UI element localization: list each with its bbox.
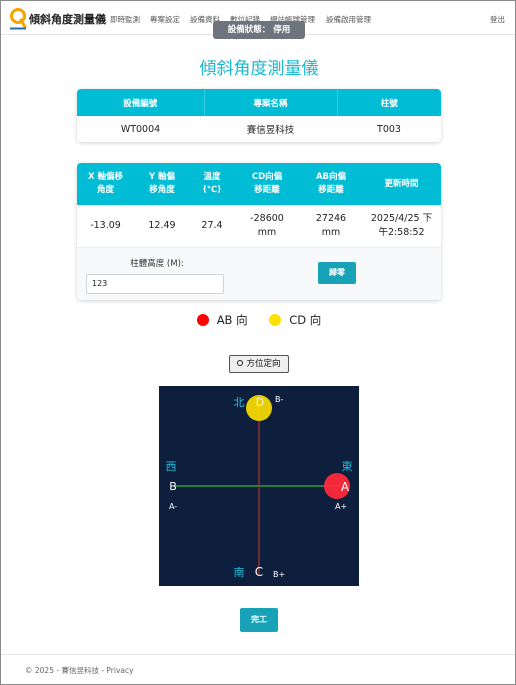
a-minus-label: A- — [169, 502, 177, 511]
direction-legend: AB 向 CD 向 — [1, 312, 516, 329]
orientation-button-label: 方位定向 — [246, 359, 281, 369]
brand-title[interactable]: 傾斜角度測量儀 — [29, 11, 106, 27]
device-info-table: 設備編號 專案名稱 柱號 WT0004 賽信昱科技 T003 — [77, 89, 441, 142]
readings-table: X 軸偏移 角度 Y 軸偏 移角度 溫度 (℃) CD向偏 移距離 AB向偏 移距離 更新… — [77, 163, 441, 248]
legend-item-cd: CD 向 — [269, 312, 321, 328]
orientation-button[interactable]: 方位定向 — [229, 355, 289, 373]
pillar-height-row: 柱體高度 (M): 歸零 — [77, 247, 441, 300]
header-device-id: 設備編號 — [77, 89, 205, 116]
header-y-angle: Y 軸偏 移角度 — [134, 163, 190, 205]
table-row: -13.09 12.49 27.4 -28600 mm 27246 mm 2025/… — [77, 205, 441, 248]
legend-label-cd: CD 向 — [289, 313, 322, 327]
point-c-label: C — [255, 565, 263, 579]
pillar-height-input[interactable] — [86, 273, 224, 294]
page-footer: © 2025 - 賽信昱科技 - Privacy — [1, 654, 515, 685]
point-a-label: A — [341, 480, 350, 494]
radio-circle-icon — [237, 360, 244, 366]
nav-link-project[interactable]: 專案設定 — [150, 14, 180, 25]
header-temperature: 溫度 (℃) — [190, 163, 234, 205]
cell-ab-offset: 27246 mm — [300, 205, 362, 248]
cell-update-time: 2025/4/25 下午2:58:52 — [362, 205, 441, 248]
point-b-label: B — [169, 480, 177, 493]
footer-copyright[interactable]: © 2025 - 賽信昱科技 - Privacy — [25, 665, 134, 676]
b-plus-label: B+ — [273, 570, 285, 579]
compass-east-label: 東 — [342, 460, 353, 473]
nav-link-realtime[interactable]: 即時監測 — [110, 14, 140, 25]
a-plus-label: A+ — [335, 502, 347, 511]
nav-link-activation[interactable]: 設備啟用管理 — [326, 14, 371, 25]
brand-logo-icon[interactable] — [9, 7, 27, 31]
legend-item-ab: AB 向 — [196, 312, 248, 328]
reset-button[interactable]: 歸零 — [318, 261, 356, 284]
header-pillar-id: 柱號 — [337, 89, 441, 116]
header-ab-offset: AB向偏 移距離 — [300, 163, 362, 205]
point-d-label: D — [256, 396, 264, 409]
cell-device-id: WT0004 — [120, 123, 161, 135]
device-status-badge: 設備狀態： 停用 — [213, 21, 305, 39]
cell-pillar-id: T003 — [377, 123, 401, 135]
compass-west-label: 西 — [166, 460, 177, 473]
compass-north-label: 北 — [234, 396, 245, 409]
header-cd-offset: CD向偏 移距離 — [234, 163, 300, 205]
b-minus-label: B- — [275, 395, 283, 404]
pillar-height-label: 柱體高度 (M): — [130, 258, 184, 269]
legend-label-ab: AB 向 — [216, 313, 248, 327]
compass-south-label: 南 — [234, 566, 245, 579]
table-row: WT0004 賽信昱科技 T003 — [77, 116, 441, 142]
device-info-card: 設備編號 專案名稱 柱號 WT0004 賽信昱科技 T003 — [77, 89, 441, 142]
finish-button[interactable]: 完工 — [240, 608, 278, 632]
cell-y-angle: 12.49 — [134, 205, 190, 248]
header-project-name: 專案名稱 — [204, 89, 338, 116]
cell-cd-offset: -28600 mm — [234, 205, 300, 248]
header-x-angle: X 軸偏移 角度 — [77, 163, 134, 205]
cell-x-angle: -13.09 — [77, 205, 134, 248]
readings-card: X 軸偏移 角度 Y 軸偏 移角度 溫度 (℃) CD向偏 移距離 AB向偏 移距離 更新… — [77, 163, 441, 300]
page-title: 傾斜角度測量儀 — [199, 59, 319, 79]
logout-link[interactable]: 登出 — [490, 14, 505, 25]
ab-color-dot-icon — [196, 314, 209, 326]
compass-diagram: 北 南 西 東 D C B A B- B+ A- A+ — [159, 386, 359, 586]
cell-temperature: 27.4 — [190, 205, 234, 248]
header-update-time: 更新時間 — [362, 163, 441, 205]
cd-color-dot-icon — [269, 314, 282, 326]
cell-project-name: 賽信昱科技 — [246, 125, 295, 136]
